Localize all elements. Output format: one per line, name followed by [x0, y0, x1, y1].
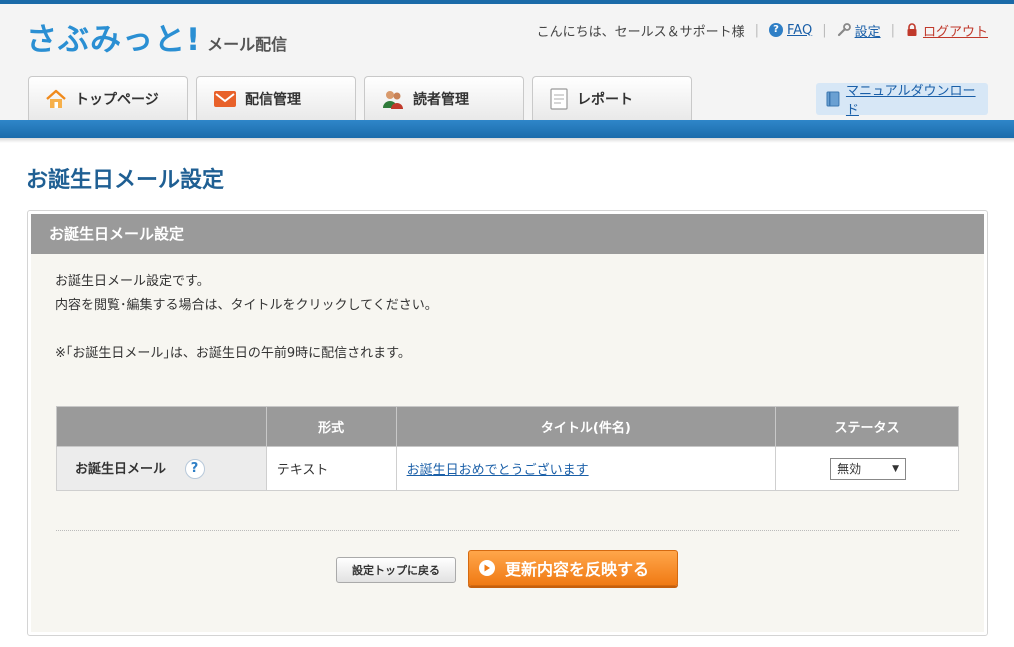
manual-download-link[interactable]: マニュアルダウンロード: [846, 80, 988, 118]
tab-report[interactable]: レポート: [532, 76, 692, 120]
tab-label: 読者管理: [413, 91, 469, 108]
panel-body: お誕生日メール設定 お誕生日メール設定です。 内容を閲覧･編集する場合は、タイト…: [31, 214, 984, 632]
back-to-settings-button[interactable]: 設定トップに戻る: [336, 557, 456, 583]
tab-readers[interactable]: 読者管理: [364, 76, 524, 120]
mail-title-cell: お誕生日おめでとうございます: [395, 446, 777, 491]
status-select[interactable]: 無効 ▼: [830, 457, 907, 480]
status-selected-value: 無効: [837, 462, 862, 476]
tab-label: レポート: [577, 91, 633, 108]
nav-bar: [0, 120, 1014, 138]
settings-link[interactable]: 設定: [855, 21, 881, 40]
mail-format: テキスト: [265, 446, 397, 491]
page-title: お誕生日メール設定: [26, 168, 225, 193]
document-icon: [550, 87, 568, 110]
table-header-row: 形式 タイトル(件名) ステータス: [56, 406, 959, 447]
chevron-down-icon: ▼: [892, 463, 900, 474]
divider: |: [822, 22, 827, 38]
divider: |: [754, 22, 759, 38]
column-header: ステータス: [775, 406, 959, 447]
description-line: 内容を閲覧･編集する場合は、タイトルをクリックしてください。: [55, 298, 438, 313]
users-icon: [383, 90, 403, 109]
divider: [56, 530, 959, 531]
column-header: [56, 406, 267, 447]
main-tabs: トップページ 配信管理 読者管理 レポート: [28, 76, 700, 120]
mail-title-link[interactable]: お誕生日おめでとうございます: [407, 463, 589, 478]
column-header: 形式: [265, 406, 397, 447]
logo-sub-text: メール配信: [207, 35, 288, 54]
mail-type-name: お誕生日メール: [75, 461, 167, 477]
birthday-mail-table: 形式 タイトル(件名) ステータス お誕生日メール ? テキスト お誕生日おめで…: [56, 406, 959, 491]
logo[interactable]: さぶみっと! メール配信: [26, 20, 287, 60]
tab-top-page[interactable]: トップページ: [28, 76, 188, 120]
home-icon: [46, 89, 66, 108]
lock-icon: [907, 23, 917, 36]
logout-link[interactable]: ログアウト: [923, 21, 988, 40]
manual-download[interactable]: マニュアルダウンロード: [816, 80, 988, 118]
column-header: タイトル(件名): [395, 406, 777, 447]
description-line: お誕生日メール設定です。: [55, 274, 210, 289]
panel-heading: お誕生日メール設定: [31, 214, 984, 254]
delivery-note: ※｢お誕生日メール｣は、お誕生日の午前9時に配信されます。: [55, 346, 411, 361]
help-icon: ?: [769, 23, 783, 37]
tab-label: トップページ: [75, 91, 159, 108]
status-cell: 無効 ▼: [775, 446, 959, 491]
play-icon: [479, 560, 495, 576]
row-heading: お誕生日メール ?: [56, 446, 267, 491]
faq-link[interactable]: FAQ: [787, 23, 812, 38]
book-icon: [826, 91, 840, 107]
mail-icon: [214, 90, 236, 107]
panel-description: お誕生日メール設定です。 内容を閲覧･編集する場合は、タイトルをクリックしてくだ…: [55, 270, 438, 366]
wrench-icon: [837, 23, 851, 37]
utility-nav: こんにちは、セールス＆サポート様 | ? FAQ | 設定 | ログアウト: [537, 20, 988, 40]
header: さぶみっと! メール配信 こんにちは、セールス＆サポート様 | ? FAQ | …: [0, 4, 1014, 120]
apply-changes-button[interactable]: 更新内容を反映する: [468, 550, 678, 586]
tab-label: 配信管理: [245, 91, 301, 108]
nav-bar-shadow: [0, 138, 1014, 143]
greeting-text: こんにちは、セールス＆サポート様: [536, 24, 745, 40]
table-row: お誕生日メール ? テキスト お誕生日おめでとうございます 無効 ▼: [56, 446, 959, 491]
help-icon[interactable]: ?: [184, 459, 205, 480]
logo-main-text: さぶみっと!: [26, 22, 202, 58]
apply-changes-label: 更新内容を反映する: [505, 560, 650, 579]
birthday-mail-panel: お誕生日メール設定 お誕生日メール設定です。 内容を閲覧･編集する場合は、タイト…: [27, 210, 988, 636]
divider: |: [890, 22, 895, 38]
tab-delivery[interactable]: 配信管理: [196, 76, 356, 120]
